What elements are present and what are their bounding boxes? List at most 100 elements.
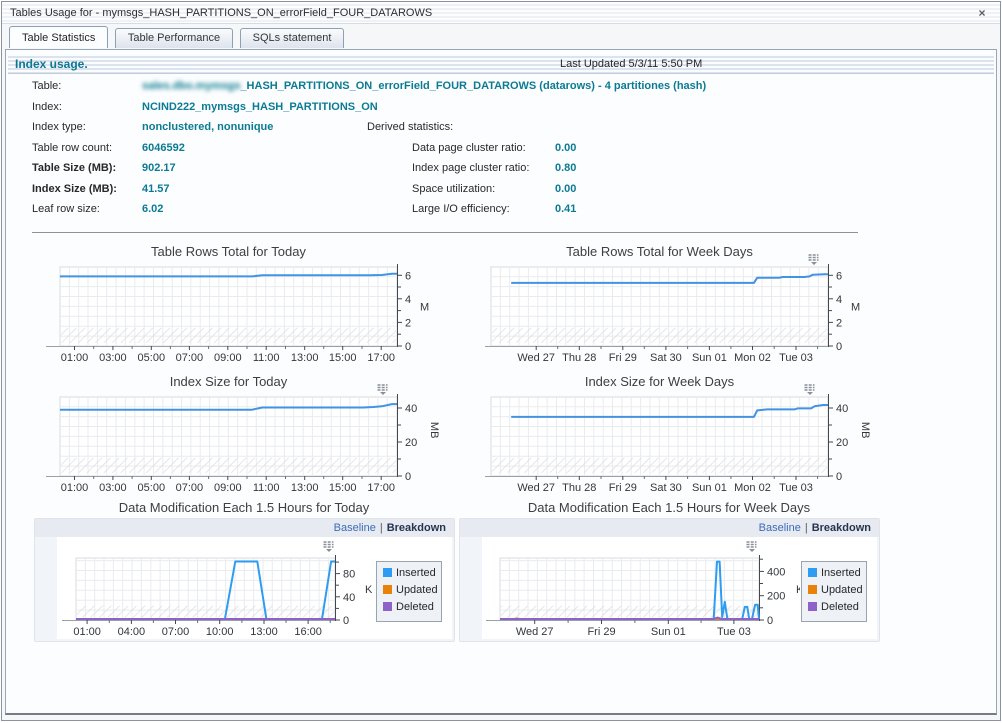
detail-label: Table row count: <box>32 142 112 154</box>
svg-text:09:00: 09:00 <box>214 482 242 494</box>
svg-text:01:00: 01:00 <box>61 352 89 364</box>
svg-text:Sun 01: Sun 01 <box>692 482 727 494</box>
svg-text:15:00: 15:00 <box>329 352 357 364</box>
baseline-breakdown-switch: Baseline|Breakdown <box>35 519 454 537</box>
svg-text:0: 0 <box>343 615 349 627</box>
svg-text:40: 40 <box>405 403 417 415</box>
svg-text:Wed 27: Wed 27 <box>516 626 554 638</box>
index-usage-header: Index usage. Last Updated 5/3/11 5:50 PM <box>8 54 994 74</box>
legend-swatch-deleted <box>383 602 392 611</box>
close-icon[interactable]: × <box>974 5 990 21</box>
breakdown-link[interactable]: Breakdown <box>812 522 871 534</box>
svg-text:16:00: 16:00 <box>294 626 322 638</box>
detail-row-row-count: Table row count: 6046592 Data page clust… <box>6 142 996 162</box>
window-title: Tables Usage for - mymsgs_HASH_PARTITION… <box>10 7 432 19</box>
legend-swatch-inserted <box>808 568 817 577</box>
derived-statistics-title: Derived statistics: <box>367 121 453 133</box>
breakdown-link[interactable]: Breakdown <box>387 522 446 534</box>
switch-divider: | <box>805 522 808 534</box>
svg-text:6: 6 <box>836 270 842 282</box>
chart-title: Data Modification Each 1.5 Hours for Wee… <box>459 500 879 515</box>
legend-swatch-updated <box>383 585 392 594</box>
svg-text:Fri 29: Fri 29 <box>609 482 637 494</box>
svg-text:80: 80 <box>343 569 355 581</box>
svg-text:Sun 01: Sun 01 <box>692 352 727 364</box>
svg-text:Fri 29: Fri 29 <box>587 626 615 638</box>
derived-label: Data page cluster ratio: <box>412 142 526 154</box>
chart-index-size-today-canvas: 02040MB01:0003:0005:0007:0009:0011:0013:… <box>22 393 470 495</box>
tab-table-statistics[interactable]: Table Statistics <box>9 26 108 48</box>
svg-text:Mon 02: Mon 02 <box>734 352 771 364</box>
chart-area: 04080K01:0004:0007:0010:0013:0016:00 Ins… <box>35 537 454 641</box>
chart-title: Index Size for Week Days <box>491 374 828 393</box>
chart-title: Index Size for Today <box>60 374 397 393</box>
chart-menu-icon[interactable] <box>745 541 759 552</box>
chart-menu-icon[interactable] <box>322 541 336 552</box>
svg-text:Thu 28: Thu 28 <box>562 352 596 364</box>
svg-text:400: 400 <box>767 566 785 578</box>
chart-table-rows-week: Table Rows Total for Week Days 0246MWed … <box>485 244 933 370</box>
baseline-link[interactable]: Baseline <box>759 522 801 534</box>
svg-text:40: 40 <box>343 592 355 604</box>
detail-label: Index: <box>32 101 62 113</box>
svg-text:40: 40 <box>836 403 848 415</box>
svg-text:20: 20 <box>405 437 417 449</box>
chart-menu-icon[interactable] <box>376 384 390 395</box>
svg-text:0: 0 <box>836 471 842 483</box>
last-updated-text: Last Updated 5/3/11 5:50 PM <box>560 54 702 74</box>
chart-table-rows-week-canvas: 0246MWed 27Thu 28Fri 29Sat 30Sun 01Mon 0… <box>485 263 933 365</box>
derived-value: 0.00 <box>555 142 576 154</box>
baseline-breakdown-switch: Baseline | Breakdown <box>460 519 879 537</box>
svg-text:07:00: 07:00 <box>176 352 204 364</box>
chart-table-rows-today-canvas: 0246M01:0003:0005:0007:0009:0011:0013:00… <box>22 263 470 365</box>
svg-text:05:00: 05:00 <box>138 352 166 364</box>
svg-text:04:00: 04:00 <box>118 626 146 638</box>
svg-text:Wed 27: Wed 27 <box>517 482 555 494</box>
svg-text:17:00: 17:00 <box>367 352 395 364</box>
svg-text:0: 0 <box>836 341 842 353</box>
derived-label: Space utilization: <box>412 183 495 195</box>
chart-menu-icon[interactable] <box>803 384 817 395</box>
detail-row-table-size: Table Size (MB): 902.17 Index page clust… <box>6 162 996 182</box>
detail-label: Table: <box>32 80 61 92</box>
svg-text:Fri 29: Fri 29 <box>609 352 637 364</box>
tab-table-performance[interactable]: Table Performance <box>115 28 233 48</box>
table-statistics-panel: Index usage. Last Updated 5/3/11 5:50 PM… <box>5 49 997 715</box>
section-title: Index usage. <box>8 57 88 71</box>
svg-text:4: 4 <box>836 294 842 306</box>
svg-text:09:00: 09:00 <box>214 352 242 364</box>
detail-value: nonclustered, nonunique <box>142 121 273 133</box>
svg-text:0: 0 <box>767 615 773 627</box>
detail-value: 41.57 <box>142 183 170 195</box>
detail-row-index-size: Index Size (MB): 41.57 Space utilization… <box>6 183 996 203</box>
svg-text:01:00: 01:00 <box>73 626 101 638</box>
svg-text:Mon 02: Mon 02 <box>734 482 771 494</box>
legend-item-updated: Updated <box>808 584 866 601</box>
svg-text:4: 4 <box>405 294 411 306</box>
svg-text:11:00: 11:00 <box>253 482 280 494</box>
svg-text:MB: MB <box>859 422 871 439</box>
chart-data-mod-today-canvas: 04080K01:0004:0007:0010:0013:0016:00 <box>35 554 375 640</box>
detail-value: 6046592 <box>142 142 185 154</box>
svg-text:2: 2 <box>836 317 842 329</box>
baseline-link[interactable]: Baseline <box>334 522 376 534</box>
detail-value: NCIND222_mymsgs_HASH_PARTITIONS_ON <box>142 101 378 113</box>
svg-text:05:00: 05:00 <box>138 482 166 494</box>
detail-label: Index type: <box>32 121 86 133</box>
chart-legend: Inserted Updated Deleted <box>376 561 442 622</box>
derived-value: 0.41 <box>555 203 576 215</box>
chart-menu-icon[interactable] <box>807 254 821 265</box>
derived-label: Large I/O efficiency: <box>412 203 510 215</box>
svg-text:20: 20 <box>836 437 848 449</box>
tab-sqls-statement[interactable]: SQLs statement <box>240 28 345 48</box>
legend-item-updated: Updated <box>383 584 441 601</box>
chart-index-size-today: Index Size for Today 02040MB01:0003:0005… <box>22 374 470 500</box>
legend-item-inserted: Inserted <box>383 567 441 584</box>
svg-text:Sun 01: Sun 01 <box>651 626 686 638</box>
data-modification-today-panel: Baseline|Breakdown 04080K01:0004:0007:00… <box>34 518 455 642</box>
derived-value: 0.00 <box>555 183 576 195</box>
chart-legend: Inserted Updated Deleted <box>801 561 867 622</box>
chart-table-rows-today: Table Rows Total for Today 0246M01:0003:… <box>22 244 470 370</box>
chart-area: 0200400KWed 27Fri 29Sun 01Tue 03 Inserte… <box>460 537 879 641</box>
legend-swatch-deleted <box>808 602 817 611</box>
